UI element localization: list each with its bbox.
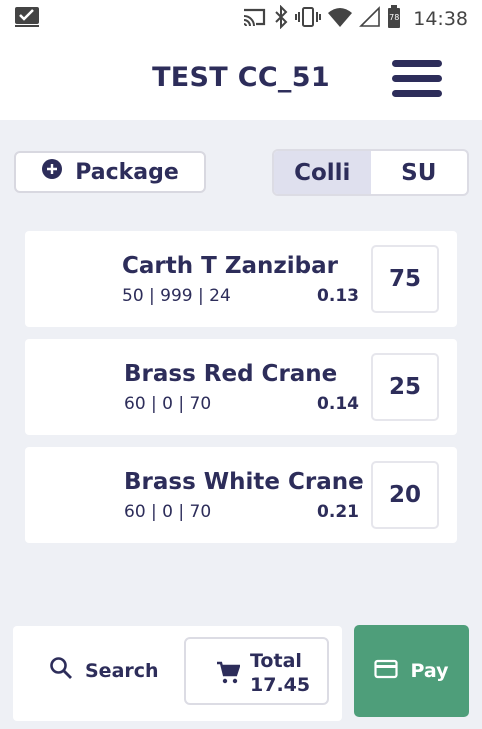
signal-icon — [359, 6, 381, 32]
total-button[interactable]: Total 17.45 — [184, 637, 329, 705]
item-meta: 60 | 0 | 70 — [124, 394, 212, 414]
wifi-icon — [327, 6, 353, 32]
status-bar: 78 14:38 — [0, 0, 482, 38]
battery-icon: 78 — [387, 5, 401, 33]
item-price: 0.14 — [317, 394, 359, 414]
item-name: Carth T Zanzibar — [122, 253, 338, 279]
search-icon — [49, 656, 73, 685]
search-button[interactable]: Search — [49, 656, 159, 685]
quantity-box[interactable]: 20 — [371, 461, 439, 529]
app-header: TEST CC_51 — [0, 38, 482, 120]
item-price: 0.13 — [317, 286, 359, 306]
unit-toggle: Colli SU — [272, 149, 469, 196]
vibrate-icon — [295, 6, 322, 32]
bluetooth-icon — [273, 4, 289, 33]
list-item[interactable]: Brass White Crane 60 | 0 | 70 0.21 20 — [25, 447, 457, 543]
main-content: Package Colli SU Carth T Zanzibar 50 | 9… — [0, 120, 482, 729]
add-package-button[interactable]: Package — [14, 151, 206, 193]
list-item[interactable]: Carth T Zanzibar 50 | 999 | 24 0.13 75 — [25, 231, 457, 327]
total-label: Total — [250, 650, 302, 672]
clock-time: 14:38 — [413, 8, 468, 30]
segment-su[interactable]: SU — [371, 151, 468, 194]
cart-icon — [216, 661, 241, 689]
hamburger-menu-icon[interactable] — [392, 58, 444, 102]
battery-level: 78 — [389, 13, 400, 22]
item-meta: 50 | 999 | 24 — [122, 286, 231, 306]
segment-colli[interactable]: Colli — [274, 151, 371, 194]
item-name: Brass White Crane — [124, 469, 364, 495]
credit-card-icon — [374, 659, 399, 684]
notification-check-icon — [14, 6, 40, 32]
plus-circle-icon — [41, 158, 63, 186]
item-name: Brass Red Crane — [124, 361, 338, 387]
total-value: 17.45 — [250, 674, 311, 696]
cast-icon — [241, 6, 267, 32]
search-label: Search — [85, 659, 159, 682]
bottom-panel: Search Total 17.45 — [13, 626, 342, 721]
quantity-box[interactable]: 25 — [371, 353, 439, 421]
list-item[interactable]: Brass Red Crane 60 | 0 | 70 0.14 25 — [25, 339, 457, 435]
item-price: 0.21 — [317, 502, 359, 522]
package-label: Package — [75, 159, 179, 185]
quantity-box[interactable]: 75 — [371, 245, 439, 313]
pay-button[interactable]: Pay — [354, 625, 469, 717]
pay-label: Pay — [410, 660, 449, 682]
item-meta: 60 | 0 | 70 — [124, 502, 212, 522]
